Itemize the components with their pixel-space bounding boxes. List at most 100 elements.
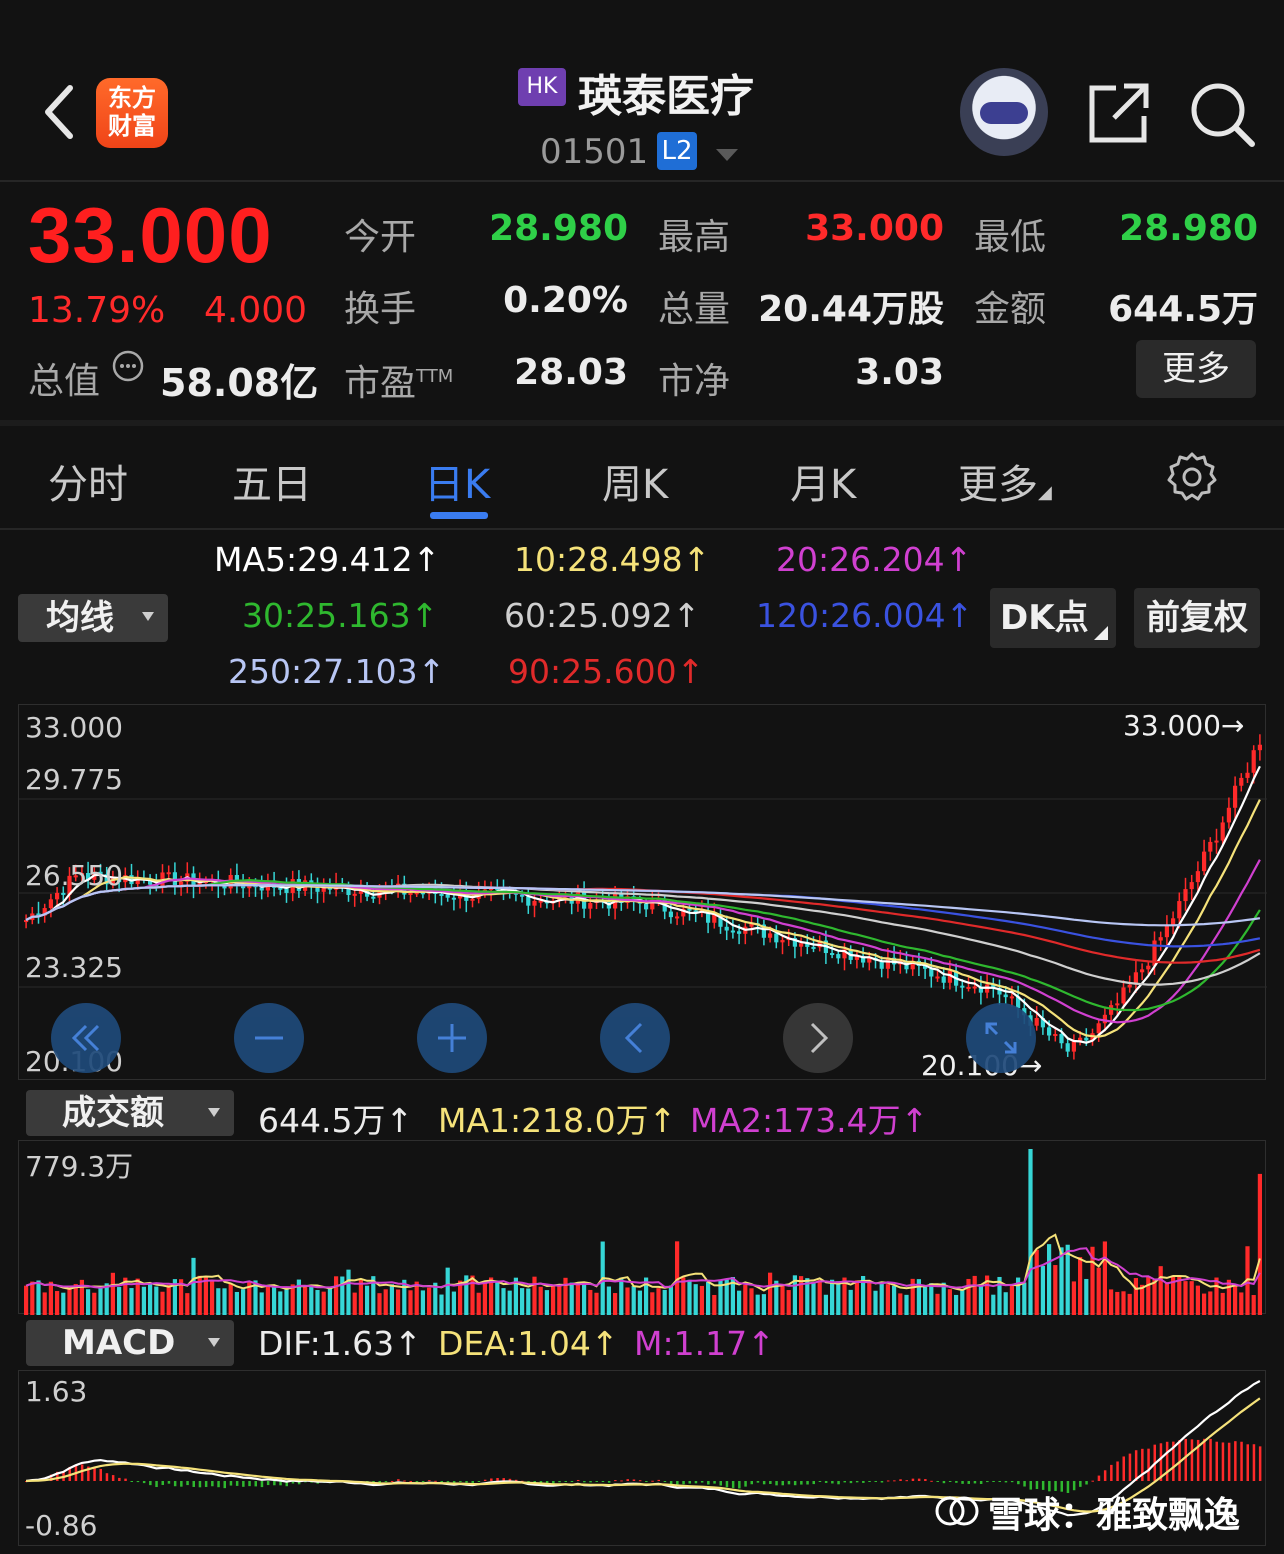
macd-bar	[204, 1481, 208, 1487]
volume-bar	[1214, 1277, 1219, 1315]
volume-bar	[1096, 1267, 1101, 1315]
volume-bar	[681, 1277, 686, 1315]
scroll-left-button[interactable]	[600, 1003, 670, 1073]
macd-bar	[1116, 1461, 1119, 1481]
volume-bar	[160, 1291, 165, 1315]
high-value: 33.000	[805, 208, 944, 249]
volume-indicator-selector[interactable]: 成交额	[26, 1090, 234, 1136]
app-logo[interactable]: 东方 财富	[96, 78, 168, 148]
candle-body	[941, 976, 946, 983]
ma250-label: 250:27.103↑	[228, 652, 446, 691]
volume-bar	[613, 1293, 618, 1315]
volume-bar	[823, 1294, 828, 1315]
forward-adjust-button[interactable]: 前复权	[1134, 588, 1260, 648]
volume-bar	[1003, 1292, 1008, 1315]
volume-bar	[315, 1290, 320, 1315]
volume-bar	[619, 1277, 624, 1315]
gear-icon[interactable]	[1166, 450, 1218, 502]
candle-body	[1047, 1027, 1052, 1036]
back-icon[interactable]	[38, 82, 84, 142]
scroll-right-button[interactable]	[783, 1003, 853, 1073]
macd-bar	[167, 1481, 171, 1484]
candle-body	[1146, 965, 1151, 970]
fullscreen-button[interactable]	[966, 1003, 1036, 1073]
macd-dif: DIF:1.63↑	[258, 1324, 422, 1363]
candle-body	[1177, 901, 1182, 919]
share-icon[interactable]	[1086, 80, 1152, 146]
ma-selector[interactable]: 均线	[18, 594, 168, 642]
volume-bar	[30, 1281, 35, 1315]
quote-more-button[interactable]: 更多	[1136, 340, 1256, 398]
chevron-down-icon[interactable]	[716, 146, 738, 161]
tab-five-day[interactable]: 五日	[232, 452, 312, 510]
macd-bar	[967, 1481, 970, 1484]
macd-bar	[1190, 1439, 1194, 1481]
candle-body	[730, 930, 735, 933]
candle-body	[1078, 1037, 1083, 1041]
scroll-start-button[interactable]	[51, 1003, 121, 1073]
macd-bar	[142, 1481, 146, 1484]
macd-bottom-label: -0.86	[25, 1509, 98, 1542]
macd-bar	[440, 1481, 443, 1482]
macd-bar	[421, 1481, 425, 1482]
volume-panel[interactable]: 779.3万	[18, 1140, 1266, 1315]
tab-monthly-k[interactable]: 月K	[790, 452, 856, 510]
zoom-in-button[interactable]	[417, 1003, 487, 1073]
volume-bar	[811, 1282, 816, 1315]
volume-bar	[625, 1287, 630, 1315]
tab-intraday[interactable]: 分时	[48, 452, 128, 510]
volume-bar	[290, 1284, 295, 1315]
amount-value: 644.5万	[1108, 289, 1258, 330]
tab-daily-k[interactable]: 日K	[424, 452, 490, 510]
volume-bar	[67, 1286, 72, 1315]
ma10-label: 10:28.498↑	[514, 540, 711, 579]
zoom-out-button[interactable]	[234, 1003, 304, 1073]
volume-bar	[588, 1289, 593, 1315]
candle-body	[1065, 1043, 1070, 1052]
volume-bar	[898, 1293, 903, 1315]
turnover-value: 0.20%	[503, 280, 628, 321]
volume-value: 20.44万股	[758, 289, 944, 330]
ma90-line	[25, 883, 1261, 964]
volume-bar	[389, 1284, 394, 1315]
macd-indicator-selector[interactable]: MACD	[26, 1320, 234, 1366]
candle-body	[1189, 882, 1194, 890]
volume-bar	[631, 1285, 636, 1315]
volume-bar	[557, 1284, 562, 1315]
volume-bar	[377, 1293, 382, 1315]
volume-bar	[241, 1289, 246, 1315]
stock-code[interactable]: 01501	[540, 132, 648, 172]
macd-top-label: 1.63	[25, 1375, 88, 1408]
volume-bar	[352, 1292, 357, 1315]
macd-bar	[1240, 1441, 1243, 1481]
candle-body	[1208, 841, 1213, 852]
info-dots-icon[interactable]	[112, 350, 144, 382]
volume-bar	[482, 1281, 487, 1315]
tab-weekly-k[interactable]: 周K	[602, 452, 668, 510]
macd-bar	[948, 1481, 952, 1482]
volume-bar	[148, 1283, 153, 1315]
candle-body	[960, 985, 965, 988]
macd-bar	[1165, 1441, 1169, 1481]
volume-bar	[86, 1289, 91, 1315]
candle-body	[1226, 807, 1231, 823]
tab-more[interactable]: 更多◢	[958, 452, 1052, 510]
candle-body	[222, 886, 227, 889]
dk-point-button[interactable]: DK点	[990, 588, 1116, 648]
volume-bar	[303, 1287, 308, 1315]
macd-bar	[1252, 1444, 1256, 1481]
assistant-avatar-icon[interactable]	[960, 68, 1048, 156]
volume-label: 总量	[658, 289, 731, 330]
kline-panel[interactable]: 33.000 29.775 26.550 23.325 20.100 33.00…	[18, 704, 1267, 1082]
macd-bar	[1004, 1481, 1008, 1483]
macd-bar	[99, 1468, 102, 1481]
max-price-marker: 33.000→	[1123, 709, 1245, 742]
candle-body	[1140, 969, 1145, 973]
volume-bar	[48, 1281, 53, 1315]
candle-body	[1102, 1014, 1107, 1024]
change-amount: 4.000	[204, 290, 308, 331]
macd-bar	[973, 1481, 977, 1484]
volume-chart	[24, 1149, 1262, 1315]
macd-bar	[564, 1481, 567, 1482]
search-icon[interactable]	[1188, 80, 1258, 150]
